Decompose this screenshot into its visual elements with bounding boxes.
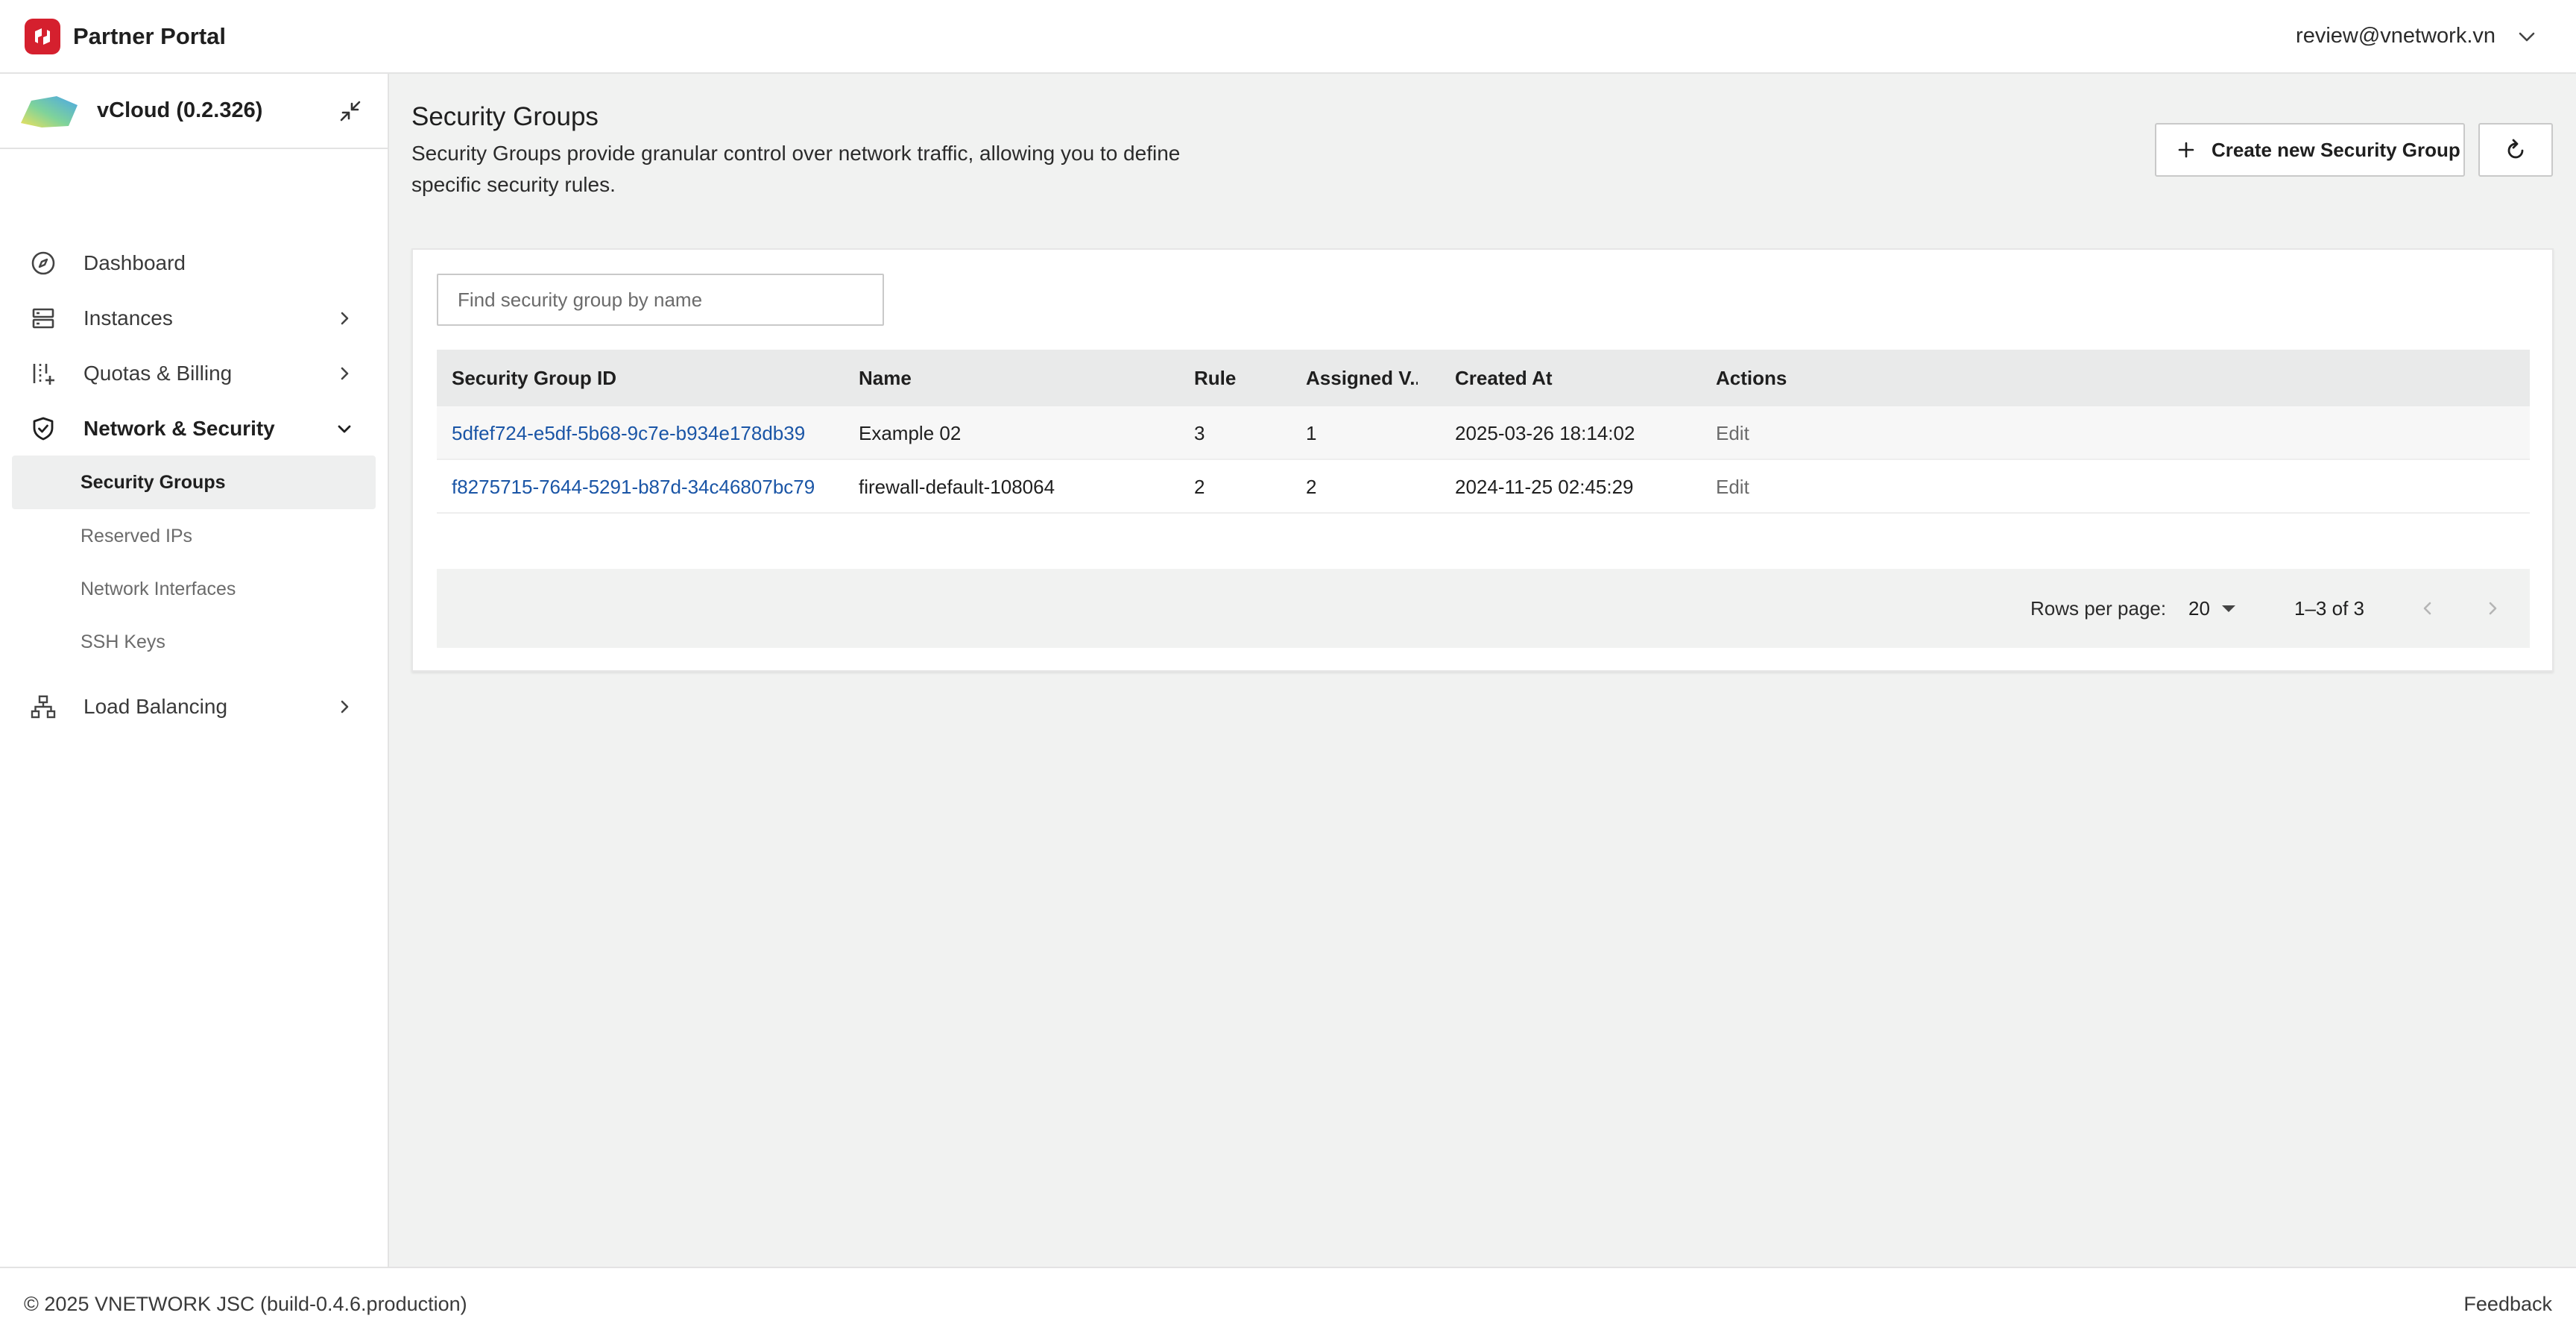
cloud-logo-icon	[19, 93, 79, 129]
previous-page-icon[interactable]	[2413, 593, 2443, 623]
sitemap-icon	[28, 692, 58, 722]
subnav-security-groups[interactable]: Security Groups	[12, 456, 376, 509]
brand-name: Partner Portal	[73, 22, 227, 49]
subnav-label: Network Interfaces	[80, 578, 236, 599]
create-security-group-button[interactable]: Create new Security Group	[2155, 123, 2465, 177]
rows-per-page-value: 20	[2188, 596, 2210, 620]
sidebar-item-instances[interactable]: Instances	[12, 296, 376, 341]
table-header: Security Group ID Name Rule Assigned V..…	[437, 350, 2530, 406]
chevron-down-icon	[334, 418, 355, 439]
assigned-count: 2	[1306, 475, 1317, 498]
refresh-button[interactable]	[2478, 123, 2553, 177]
rule-count: 2	[1194, 475, 1205, 498]
main-content: Security Groups Security Groups provide …	[389, 74, 2576, 1267]
sidebar-item-dashboard[interactable]: Dashboard	[12, 241, 376, 286]
sidebar-item-load-balancing[interactable]: Load Balancing	[12, 684, 376, 729]
subnav-label: Security Groups	[80, 471, 226, 493]
project-switcher[interactable]: vCloud (0.2.326)	[0, 74, 388, 149]
security-groups-card: Security Group ID Name Rule Assigned V..…	[411, 248, 2554, 672]
sidebar: vCloud (0.2.326) Dashboard Instances Quo…	[0, 74, 389, 1267]
created-at: 2024-11-25 02:45:29	[1455, 475, 1634, 498]
subnav-label: SSH Keys	[80, 631, 165, 652]
column-header-security-group-id[interactable]: Security Group ID	[452, 350, 839, 406]
sidebar-item-label: Dashboard	[83, 251, 186, 274]
user-menu[interactable]: review@vnetwork.vn	[2296, 24, 2537, 48]
compass-icon	[28, 248, 58, 278]
chevron-right-icon	[334, 363, 355, 384]
edit-button[interactable]: Edit	[1716, 406, 1865, 460]
table-row: 5dfef724-e5df-5b68-9c7e-b934e178db39 Exa…	[437, 406, 2530, 460]
security-group-name: Example 02	[859, 421, 962, 444]
assigned-count: 1	[1306, 421, 1317, 444]
column-header-name[interactable]: Name	[859, 350, 1172, 406]
sidebar-item-label: Quotas & Billing	[83, 362, 233, 385]
brand[interactable]: Partner Portal	[25, 18, 227, 54]
server-icon	[28, 303, 58, 333]
security-group-id-link[interactable]: f8275715-7644-5291-b87d-34c46807bc79	[452, 460, 839, 514]
subnav-label: Reserved IPs	[80, 525, 193, 546]
page-description: Security Groups provide granular control…	[411, 142, 1181, 196]
sidebar-item-label: Network & Security	[83, 417, 275, 440]
feedback-link[interactable]: Feedback	[2463, 1268, 2552, 1339]
shield-check-icon	[28, 414, 58, 444]
caret-down-icon	[2220, 603, 2237, 614]
table-pagination: Rows per page: 20 1–3 of 3	[437, 569, 2530, 648]
sidebar-item-quotas-billing[interactable]: Quotas & Billing	[12, 351, 376, 396]
page-title: Security Groups	[411, 102, 599, 131]
rows-per-page-select[interactable]: 20	[2188, 569, 2237, 648]
edit-button[interactable]: Edit	[1716, 460, 1865, 514]
security-group-name: firewall-default-108064	[859, 475, 1055, 498]
created-at: 2025-03-26 18:14:02	[1455, 421, 1635, 444]
user-email: review@vnetwork.vn	[2296, 24, 2496, 48]
column-header-created-at[interactable]: Created At	[1455, 350, 1693, 406]
plus-icon	[2177, 141, 2195, 159]
project-name: vCloud (0.2.326)	[97, 98, 263, 122]
collapse-icon[interactable]	[335, 96, 365, 126]
sidebar-item-label: Load Balancing	[83, 695, 228, 718]
subnav-ssh-keys[interactable]: SSH Keys	[12, 615, 376, 669]
sidebar-item-network-security[interactable]: Network & Security	[12, 406, 376, 451]
chevron-right-icon	[334, 696, 355, 717]
rows-per-page-label: Rows per page:	[2030, 596, 2167, 620]
rule-count: 3	[1194, 421, 1205, 444]
copyright-text: © 2025 VNETWORK JSC (build-0.4.6.product…	[24, 1293, 467, 1315]
quota-icon	[28, 359, 58, 388]
column-header-actions: Actions	[1716, 366, 1787, 389]
chevron-down-icon	[2516, 26, 2537, 47]
next-page-icon[interactable]	[2478, 593, 2507, 623]
subnav-reserved-ips[interactable]: Reserved IPs	[12, 509, 376, 563]
security-groups-table: Security Group ID Name Rule Assigned V..…	[437, 350, 2530, 514]
table-row: f8275715-7644-5291-b87d-34c46807bc79 fir…	[437, 460, 2530, 514]
top-header: Partner Portal review@vnetwork.vn	[0, 0, 2576, 74]
page-range: 1–3 of 3	[2294, 596, 2364, 620]
search-input[interactable]	[437, 274, 884, 326]
sidebar-item-label: Instances	[83, 306, 173, 330]
subnav-network-interfaces[interactable]: Network Interfaces	[12, 562, 376, 616]
column-header-rule[interactable]: Rule	[1194, 350, 1291, 406]
chevron-right-icon	[334, 308, 355, 329]
create-button-label: Create new Security Group	[2212, 138, 2460, 161]
footer: © 2025 VNETWORK JSC (build-0.4.6.product…	[0, 1267, 2576, 1339]
security-group-id-link[interactable]: 5dfef724-e5df-5b68-9c7e-b934e178db39	[452, 406, 839, 460]
refresh-icon	[2504, 138, 2528, 162]
brand-logo-icon	[25, 18, 60, 54]
column-header-assigned[interactable]: Assigned V...	[1306, 350, 1418, 406]
